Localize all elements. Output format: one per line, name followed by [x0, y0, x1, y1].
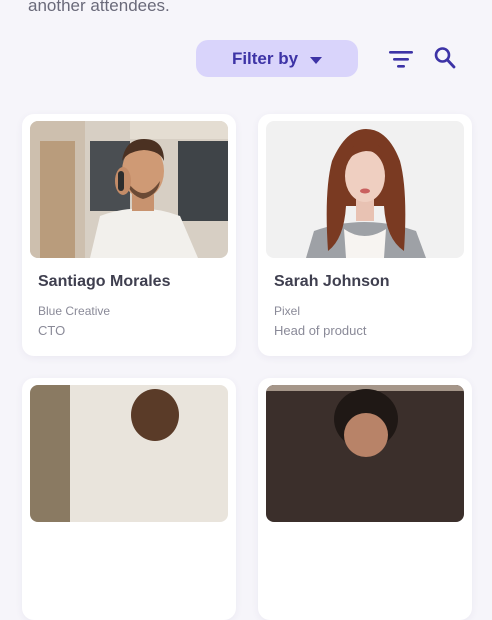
attendee-card[interactable]: Sarah Johnson Pixel Head of product	[258, 114, 472, 356]
attendee-photo	[30, 385, 228, 522]
attendee-card[interactable]	[22, 378, 236, 620]
filter-by-label: Filter by	[231, 48, 299, 68]
attendee-role: Head of product	[274, 323, 367, 338]
filter-by-button[interactable]: Filter by	[196, 40, 358, 77]
attendee-photo	[266, 385, 464, 522]
attendee-name: Santiago Morales	[38, 273, 171, 290]
attendee-photo	[266, 121, 464, 258]
attendee-card[interactable]	[258, 378, 472, 620]
attendee-role: CTO	[38, 323, 66, 338]
filter-lines-icon[interactable]	[388, 48, 414, 75]
attendee-company: Blue Creative	[38, 304, 111, 318]
attendee-photo	[30, 121, 228, 258]
caret-down-icon	[310, 56, 323, 64]
attendee-card[interactable]: Santiago Morales Blue Creative CTO	[22, 114, 236, 356]
attendee-name: Sarah Johnson	[274, 273, 390, 290]
attendee-company: Pixel	[274, 304, 301, 318]
intro-text: another attendees.	[28, 0, 170, 15]
search-icon[interactable]	[433, 45, 457, 76]
